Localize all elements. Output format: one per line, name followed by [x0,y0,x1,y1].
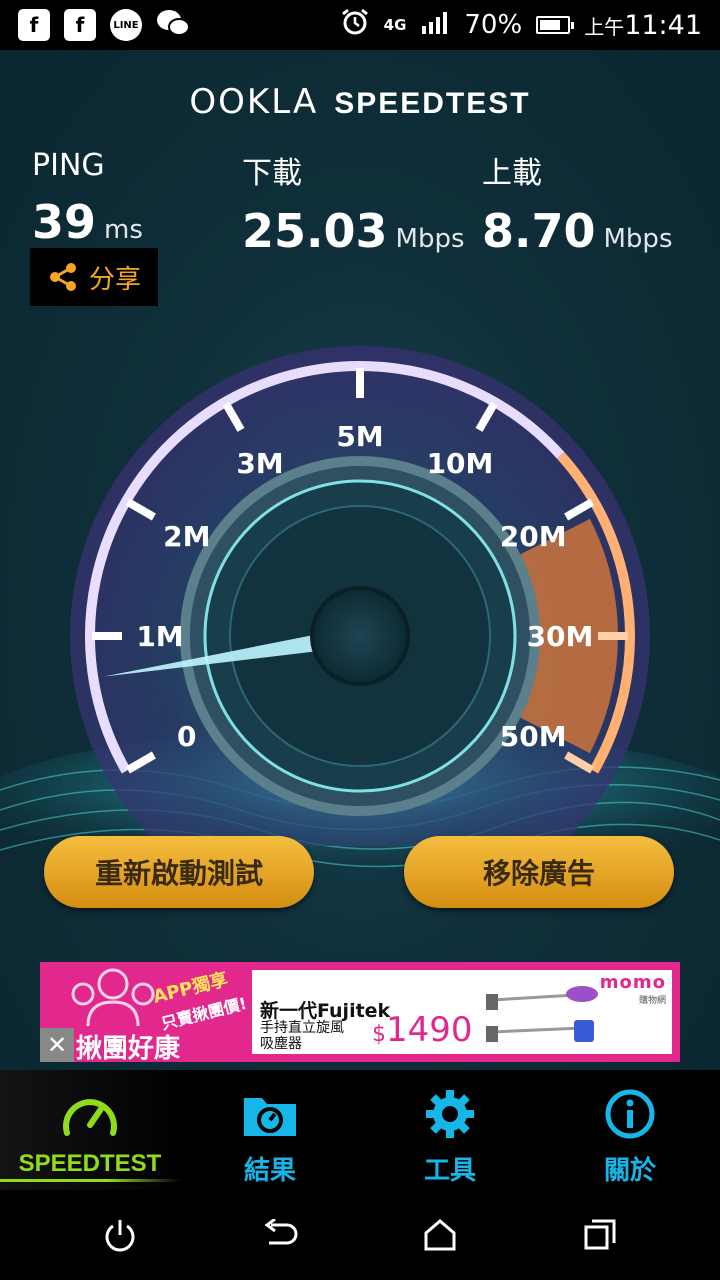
ping-label: PING [32,148,105,183]
ad-description: 手持直立旋風吸塵器 [260,1020,344,1052]
system-navbar [0,1190,720,1280]
restart-test-button[interactable]: 重新啟動測試 [44,836,314,908]
tab-label: 關於 [603,1155,656,1185]
share-label: 分享 [88,264,141,295]
facebook-icon: f [64,9,96,41]
gauge-tick-label: 0 [177,720,196,753]
download-label: 下載 [242,156,302,191]
gauge-tick-label: 5M [336,420,383,453]
tab-label: 結果 [243,1155,296,1185]
gauge-tick-label: 10M [427,447,494,480]
gear-icon [420,1084,480,1144]
ad-product-panel: momo 購物網 新一代Fujitek 手持直立旋風吸塵器 $1490 [252,970,672,1054]
gauge-tick-label: 30M [527,620,594,653]
facebook-icon: f [18,9,50,41]
results-folder-icon [240,1084,300,1144]
ad-banner[interactable]: APP獨享 只賣揪團價! 揪團好康 ✕ momo 購物網 新一代Fujitek 手… [40,962,680,1062]
gauge-tick-label: 50M [500,720,567,753]
home-button[interactable] [410,1205,470,1265]
gauge-tick-label: 1M [136,620,183,653]
ad-title: 新一代Fujitek [260,1000,391,1022]
ping-stat: PING 39 ms [32,148,143,249]
vacuum-image [486,986,598,1042]
line-icon: LINE [110,9,142,41]
gauge-tick-label: 2M [163,520,210,553]
tab-tools[interactable]: 工具 [360,1070,540,1190]
tab-results[interactable]: 結果 [180,1070,360,1190]
tab-label: 工具 [423,1155,476,1185]
speed-gauge: 0 1M 2M 3M 5M 10M 20M 30M 50M [70,346,650,846]
share-icon [49,263,76,291]
speedtest-screen: OOKLA SPEEDTEST PING 39 ms 下載 25.03 Mbps 上載… [0,50,720,1070]
download-sparkline [241,262,415,306]
ad-close-button[interactable]: ✕ [40,1028,74,1062]
gauge-tick-label: 3M [236,447,283,480]
info-icon [600,1084,660,1144]
network-type: 4G [383,16,407,34]
ookla-logo: OOKLA SPEEDTEST [189,82,531,122]
ping-value: 39 ms [32,195,143,249]
share-button[interactable]: 分享 [30,248,158,306]
download-value: 25.03 Mbps [242,204,465,258]
tab-speedtest[interactable]: SPEEDTEST [0,1070,180,1190]
ad-brand: 揪團好康 [76,1034,181,1062]
power-button[interactable] [90,1205,150,1265]
status-bar: f f LINE 4G 70% 上午11:41 [0,0,720,50]
recents-button[interactable] [570,1205,630,1265]
upload-value: 8.70 Mbps [482,204,673,258]
ad-price: $1490 [372,1010,473,1050]
ad-left-panel: APP獨享 只賣揪團價! 揪團好康 ✕ [40,962,249,1062]
upload-stat: 上載 8.70 Mbps [482,148,673,258]
clock: 上午11:41 [584,9,702,41]
group-people-icon [71,968,155,1027]
tab-about[interactable]: 關於 [540,1070,720,1190]
battery-percent: 70% [464,10,523,40]
download-stat: 下載 25.03 Mbps [242,148,465,258]
upload-sparkline [481,266,655,306]
back-button[interactable] [250,1205,310,1265]
battery-icon [536,16,575,34]
wechat-icon [156,8,190,42]
remove-ads-button[interactable]: 移除廣告 [404,836,674,908]
signal-icon [420,10,450,41]
upload-label: 上載 [482,156,542,191]
tab-label: SPEEDTEST [18,1150,162,1177]
alarm-icon [340,7,370,44]
gauge-tick-label: 20M [500,520,567,553]
speedometer-icon [60,1084,120,1144]
bottom-tabbar: SPEEDTEST 結果 工具 關於 [0,1070,720,1190]
